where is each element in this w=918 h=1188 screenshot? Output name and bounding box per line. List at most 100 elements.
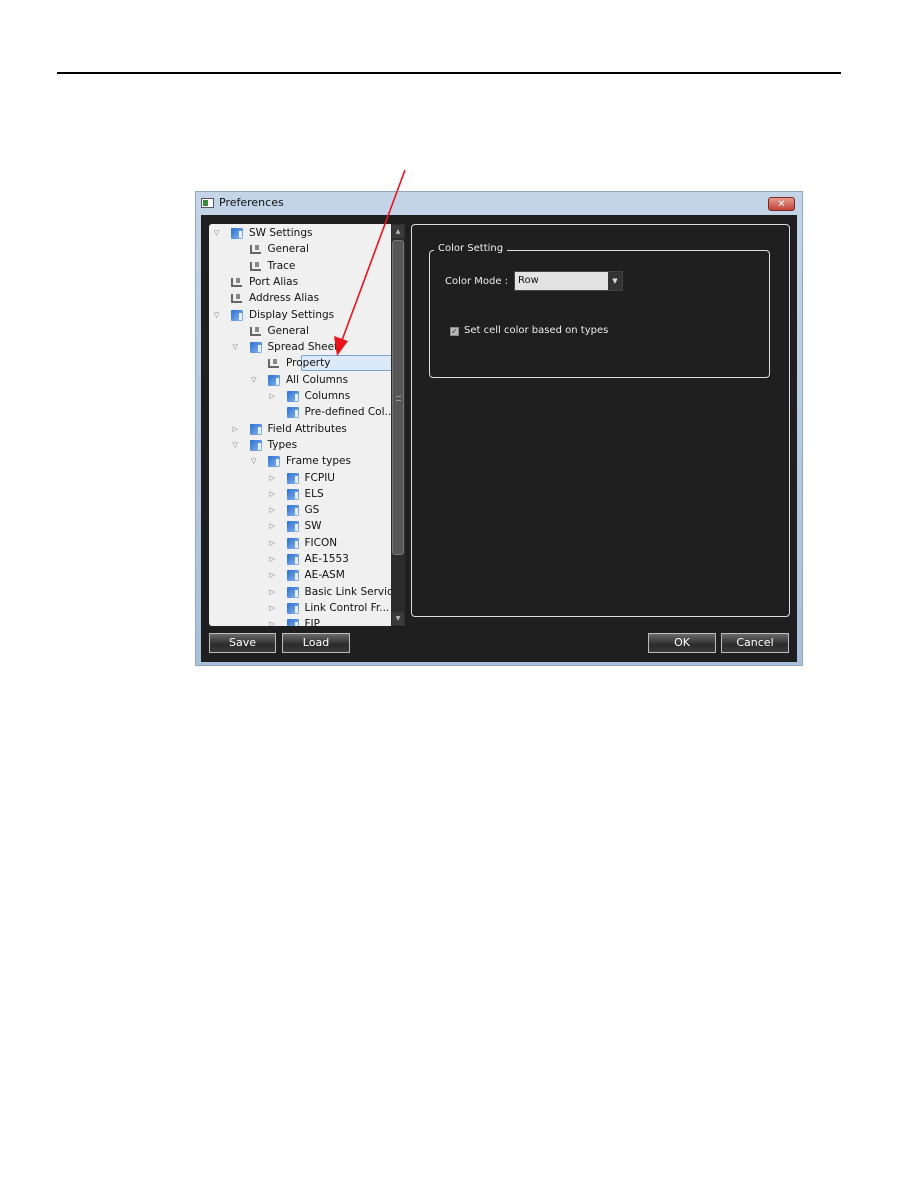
settings-tree: ▽ SW Settings General Trace Port Alias Addres…: [209, 224, 405, 626]
tree-item-label: Field Attributes: [267, 422, 347, 435]
leaf-icon: [249, 245, 261, 255]
tree-item[interactable]: ▷ FICON: [209, 536, 391, 551]
tree-item[interactable]: ▷ AE-1553: [209, 552, 391, 567]
expand-arrow-icon[interactable]: ▷: [270, 503, 278, 518]
tree-item[interactable]: ▽ SW Settings: [209, 226, 391, 241]
folder-icon: [231, 309, 243, 321]
tree-item[interactable]: General: [209, 324, 391, 339]
folder-icon: [249, 439, 262, 451]
folder-icon: [286, 586, 299, 598]
tree-item[interactable]: ▽ Spread Sheet: [209, 340, 391, 355]
scroll-up-arrow-icon[interactable]: ▲: [392, 225, 404, 238]
window-app-icon: [201, 198, 214, 208]
tree-item-label: Columns: [304, 390, 351, 402]
group-title: Color Setting: [434, 243, 508, 254]
load-button[interactable]: Load: [282, 633, 350, 653]
title-bar[interactable]: Preferences ✕: [196, 192, 802, 215]
folder-icon: [286, 472, 299, 484]
tree-item-label: Trace: [267, 259, 296, 272]
tree-item[interactable]: ▷ ELS: [209, 487, 391, 502]
preferences-dialog: Preferences ✕ ▽ SW Settings General Trace Po…: [195, 191, 803, 666]
tree-item[interactable]: ▷ Link Control Fr...: [209, 601, 391, 616]
folder-icon: [268, 456, 280, 468]
tree-item-label: AE-1553: [304, 553, 349, 565]
collapse-arrow-icon[interactable]: ▽: [214, 308, 222, 323]
folder-icon: [249, 423, 262, 435]
close-button[interactable]: ✕: [768, 197, 795, 211]
folder-icon: [286, 521, 299, 533]
tree-item[interactable]: ▷ Columns: [209, 389, 391, 404]
tree-item-label: Property: [286, 357, 331, 370]
tree-item[interactable]: ▽ Frame types: [209, 454, 391, 469]
tree-item-label: Basic Link Service: [304, 585, 400, 598]
tree-item-label: FICON: [304, 536, 338, 549]
folder-icon: [286, 619, 299, 626]
expand-arrow-icon[interactable]: ▷: [270, 585, 278, 600]
tree-item-label: Address Alias: [249, 292, 320, 305]
tree-item[interactable]: ▷ Basic Link Service: [209, 585, 399, 600]
tree-item-label: ELS: [304, 487, 324, 500]
tree-item[interactable]: Pre-defined Col...: [209, 405, 395, 420]
tree-item[interactable]: ▷ AE-ASM: [209, 568, 391, 583]
tree-item[interactable]: Property: [209, 355, 393, 372]
leaf-icon: [268, 359, 279, 369]
folder-icon: [286, 602, 299, 614]
expand-arrow-icon[interactable]: ▷: [270, 536, 278, 551]
tree-item[interactable]: ▽ All Columns: [209, 373, 391, 388]
collapse-arrow-icon[interactable]: ▽: [233, 438, 241, 453]
chevron-down-icon[interactable]: ▼: [608, 272, 622, 290]
expand-arrow-icon[interactable]: ▷: [233, 422, 241, 437]
save-button[interactable]: Save: [209, 633, 276, 653]
leaf-icon: [231, 277, 242, 287]
tree-scrollbar[interactable]: ▲ ▼: [391, 224, 405, 626]
tree-item[interactable]: ▽ Display Settings: [209, 308, 391, 323]
tree-item[interactable]: ▷ Field Attributes: [209, 422, 391, 437]
folder-icon: [231, 228, 243, 239]
scroll-down-arrow-icon[interactable]: ▼: [392, 612, 404, 625]
ok-button[interactable]: OK: [648, 633, 716, 653]
collapse-arrow-icon[interactable]: ▽: [251, 373, 259, 388]
tree-item-label: FCPIU: [304, 471, 336, 484]
tree-item-label: AE-ASM: [304, 569, 345, 582]
tree-item-label: Display Settings: [249, 308, 335, 321]
cancel-button[interactable]: Cancel: [721, 633, 789, 653]
tree-item[interactable]: ▷ GS: [209, 503, 391, 518]
cell-color-checkbox[interactable]: ✓: [450, 327, 459, 336]
grip-icon: [396, 396, 401, 401]
expand-arrow-icon[interactable]: ▷: [270, 471, 278, 486]
tree-item[interactable]: ▷ FCPIU: [209, 471, 391, 486]
tree-item-label: Link Control Fr...: [304, 601, 390, 614]
tree-item-label: Frame types: [286, 455, 351, 468]
expand-arrow-icon[interactable]: ▷: [270, 519, 278, 534]
folder-icon: [286, 505, 299, 517]
tree-item[interactable]: Port Alias: [209, 275, 391, 290]
scroll-thumb[interactable]: [392, 240, 404, 555]
collapse-arrow-icon[interactable]: ▽: [233, 340, 241, 355]
tree-item[interactable]: Trace: [209, 259, 391, 274]
tree-item[interactable]: ▷ SW: [209, 519, 391, 534]
expand-arrow-icon[interactable]: ▷: [270, 552, 278, 567]
tree-item[interactable]: General: [209, 242, 391, 257]
color-mode-label: Color Mode :: [445, 276, 509, 287]
color-mode-value: Row: [518, 275, 539, 286]
tree-item[interactable]: Address Alias: [209, 291, 391, 306]
expand-arrow-icon[interactable]: ▷: [270, 568, 278, 583]
folder-icon: [286, 407, 299, 419]
expand-arrow-icon[interactable]: ▷: [270, 389, 278, 404]
folder-icon: [286, 391, 299, 402]
collapse-arrow-icon[interactable]: ▽: [214, 226, 222, 241]
expand-arrow-icon[interactable]: ▷: [270, 617, 278, 626]
dialog-body: ▽ SW Settings General Trace Port Alias Addres…: [201, 215, 797, 662]
color-mode-select[interactable]: Row ▼: [514, 271, 623, 291]
expand-arrow-icon[interactable]: ▷: [270, 487, 278, 502]
cell-color-checkbox-label[interactable]: Set cell color based on types: [464, 325, 608, 336]
expand-arrow-icon[interactable]: ▷: [270, 601, 278, 616]
tree-item[interactable]: ▷ FIP: [209, 617, 391, 626]
tree-item-label: Port Alias: [249, 275, 299, 288]
folder-icon: [249, 342, 262, 354]
collapse-arrow-icon[interactable]: ▽: [251, 454, 259, 469]
folder-icon: [286, 570, 299, 582]
folder-icon: [286, 488, 299, 500]
tree-item[interactable]: ▽ Types: [209, 438, 391, 453]
window-title: Preferences: [219, 196, 284, 209]
